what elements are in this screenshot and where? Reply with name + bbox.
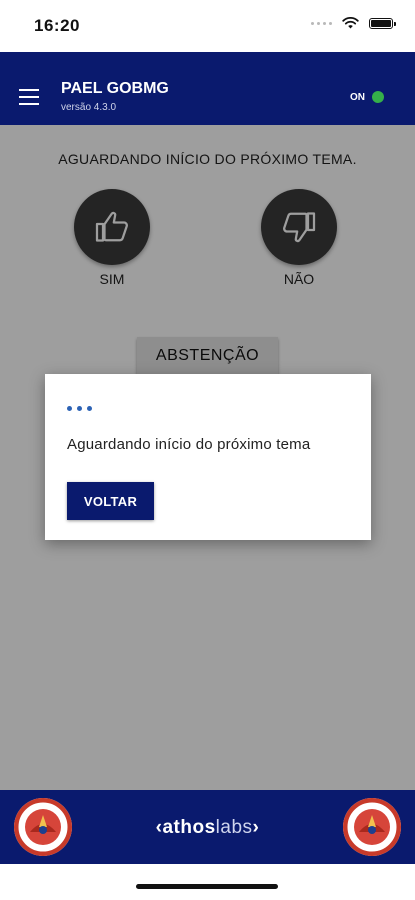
battery-icon bbox=[369, 17, 396, 29]
brand-suffix: › bbox=[252, 817, 260, 838]
waiting-dialog: Aguardando início do próximo tema VOLTAR bbox=[45, 374, 371, 540]
back-button[interactable]: VOLTAR bbox=[67, 482, 154, 520]
brand-bold: athos bbox=[162, 817, 216, 838]
status-time: 16:20 bbox=[34, 16, 80, 35]
status-icons bbox=[311, 17, 396, 29]
home-indicator-area bbox=[0, 864, 415, 900]
connection-status-dot-icon bbox=[372, 91, 384, 103]
brand-light: labs bbox=[215, 817, 253, 838]
right-emblem-logo bbox=[343, 798, 401, 856]
cellular-signal-icon bbox=[311, 21, 332, 25]
app-version: versão 4.3.0 bbox=[61, 102, 117, 113]
loading-dots-icon bbox=[67, 406, 92, 411]
home-indicator[interactable] bbox=[136, 884, 278, 889]
status-bar: 16:20 bbox=[0, 0, 415, 52]
app-title: PAEL GOBMG bbox=[61, 80, 169, 97]
app-footer: ‹athoslabs› bbox=[0, 790, 415, 864]
connection-status-label: ON bbox=[350, 92, 365, 103]
wifi-icon bbox=[342, 17, 359, 29]
dialog-message: Aguardando início do próximo tema bbox=[67, 436, 311, 453]
hamburger-menu-icon[interactable] bbox=[19, 89, 39, 105]
